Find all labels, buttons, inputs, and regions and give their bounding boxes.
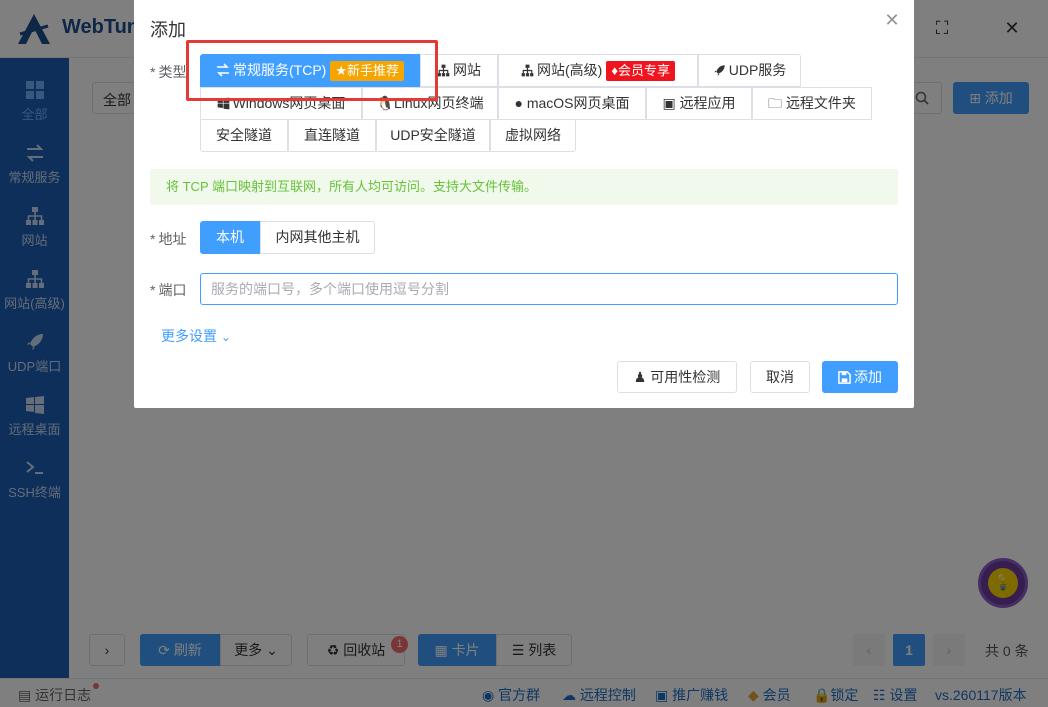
address-label: * 地址 — [150, 231, 187, 247]
type-site-advanced-label: 网站(高级) — [537, 62, 603, 78]
vip-tag-label: 会员专享 — [617, 63, 670, 78]
cancel-button[interactable]: 取消 — [750, 361, 810, 393]
type-remote-app-label: 远程应用 — [679, 95, 736, 111]
address-label-text: 地址 — [158, 231, 187, 247]
app-window-icon: ▣ — [662, 95, 676, 111]
port-label-text: 端口 — [158, 282, 187, 298]
more-settings-label: 更多设置 — [161, 328, 217, 344]
user-tie-icon: ♟ — [633, 369, 647, 385]
more-settings-toggle[interactable]: 更多设置 ⌄ — [161, 326, 231, 346]
submit-add-button[interactable]: 添加 — [822, 361, 898, 393]
type-label-text: 类型 — [158, 64, 187, 80]
vip-tag: ♦会员专享 — [606, 61, 675, 81]
type-udp-label: UDP服务 — [728, 62, 787, 78]
apple-icon: ● — [514, 95, 523, 111]
address-local-button[interactable]: 本机 — [200, 221, 260, 254]
type-info-alert: 将 TCP 端口映射到互联网，所有人均可访问。支持大文件传输。 — [150, 169, 898, 205]
highlight-annotation-box — [186, 40, 438, 101]
sitemap-icon — [521, 64, 534, 77]
type-site-advanced-button[interactable]: 网站(高级) ♦会员专享 — [498, 54, 698, 87]
type-vnet-button[interactable]: 虚拟网络 — [490, 119, 576, 152]
address-lan-host-button[interactable]: 内网其他主机 — [260, 221, 375, 254]
type-direct-tunnel-label: 直连隧道 — [304, 127, 360, 143]
type-remote-app-button[interactable]: ▣ 远程应用 — [646, 87, 752, 120]
type-secure-tunnel-label: 安全隧道 — [216, 127, 272, 143]
rocket-icon — [714, 65, 725, 76]
close-icon[interactable]: ✕ — [882, 10, 902, 30]
type-remote-folder-button[interactable]: 🗀 远程文件夹 — [752, 87, 872, 120]
chevron-down-icon: ⌄ — [220, 330, 231, 344]
submit-add-label: 添加 — [854, 369, 882, 385]
type-macos-button[interactable]: ● macOS网页桌面 — [498, 87, 646, 120]
sitemap-icon — [437, 64, 450, 77]
type-udp-secure-button[interactable]: UDP安全隧道 — [376, 119, 490, 152]
type-secure-tunnel-button[interactable]: 安全隧道 — [200, 119, 288, 152]
save-icon — [838, 371, 851, 384]
availability-check-label: 可用性检测 — [650, 369, 721, 385]
type-macos-label: macOS网页桌面 — [526, 95, 630, 111]
type-label: * 类型 — [150, 64, 187, 80]
type-vnet-label: 虚拟网络 — [505, 127, 561, 143]
availability-check-button[interactable]: ♟ 可用性检测 — [617, 361, 737, 393]
dialog-title: 添加 — [150, 20, 186, 40]
type-udp-button[interactable]: UDP服务 — [698, 54, 801, 87]
type-remote-folder-label: 远程文件夹 — [785, 95, 856, 111]
diamond-icon: ♦ — [611, 63, 618, 78]
port-label: * 端口 — [150, 282, 187, 298]
folder-icon: 🗀 — [768, 95, 783, 111]
port-input[interactable] — [200, 273, 898, 305]
type-udp-secure-label: UDP安全隧道 — [390, 127, 476, 143]
type-direct-tunnel-button[interactable]: 直连隧道 — [288, 119, 376, 152]
type-site-label: 网站 — [453, 62, 481, 78]
